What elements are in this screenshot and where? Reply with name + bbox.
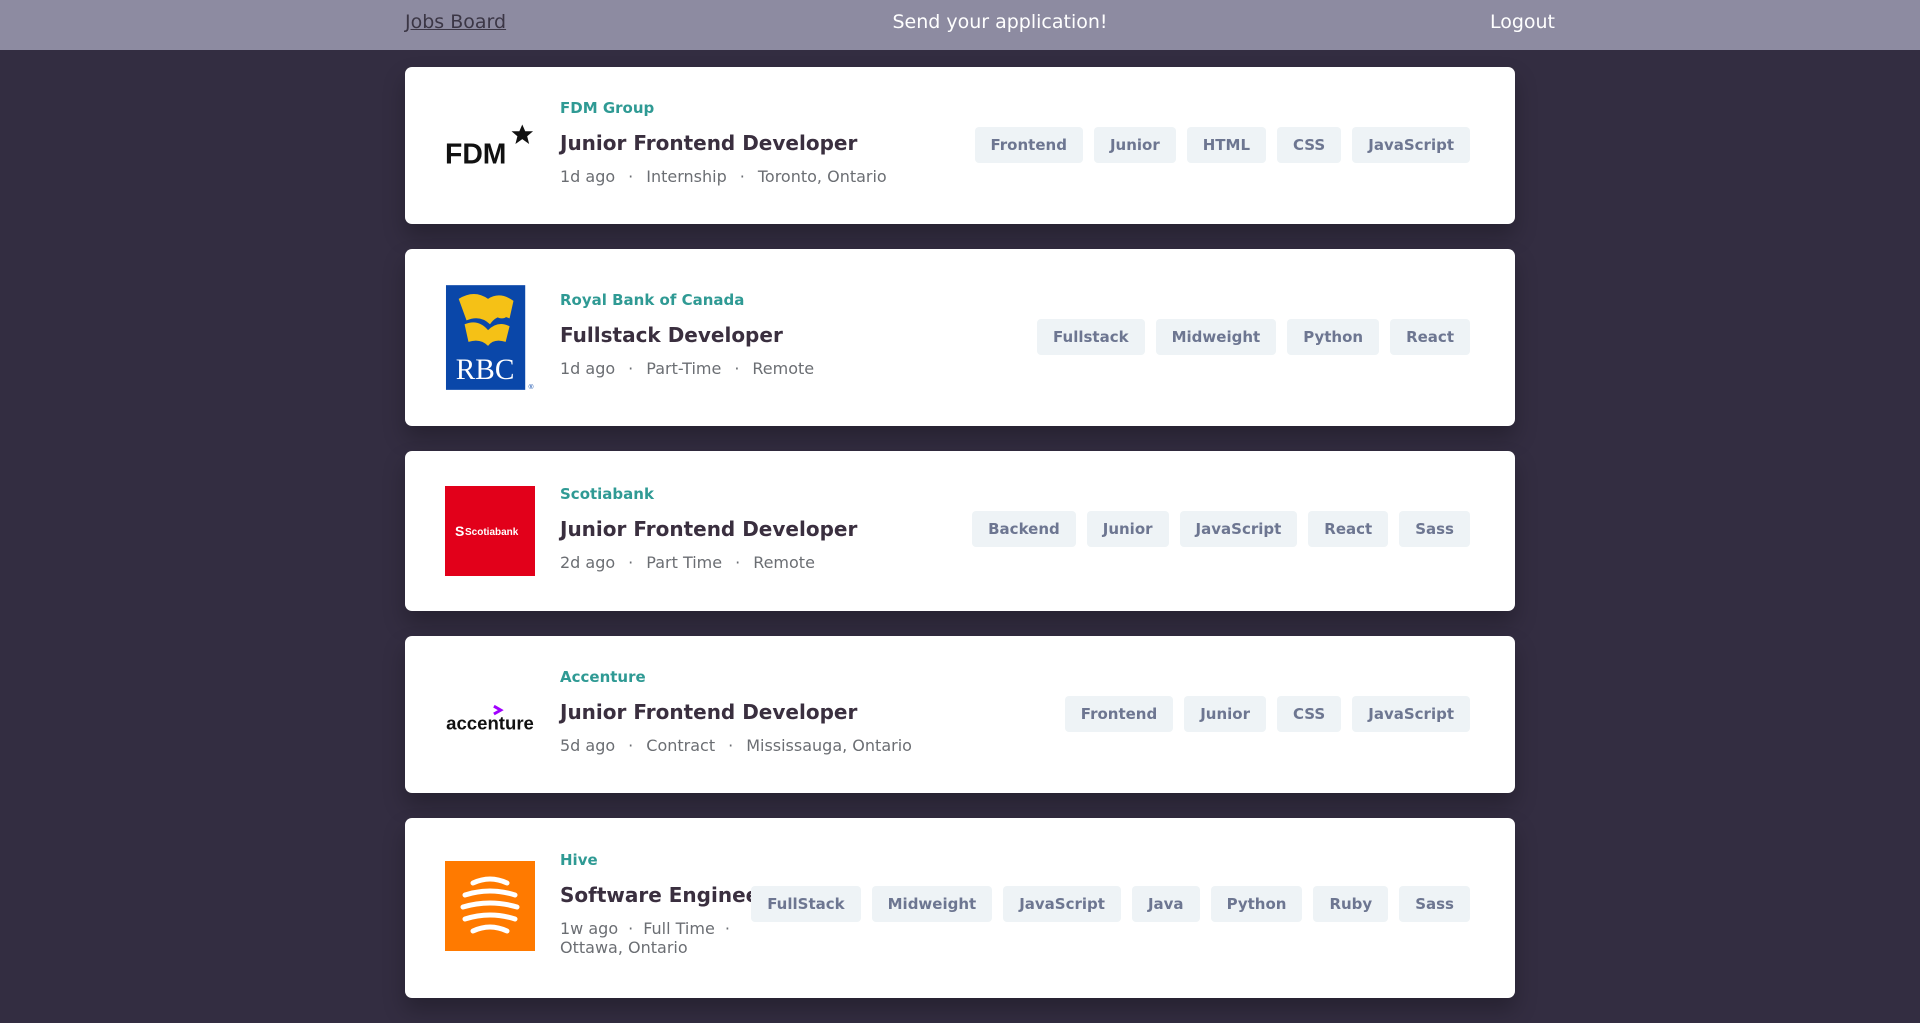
job-card[interactable]: FDM FDM Group Junior Frontend Developer … [405, 67, 1515, 224]
job-position-title[interactable]: Junior Frontend Developer [560, 131, 980, 155]
tag-filter-button[interactable]: Java [1131, 886, 1200, 922]
scotiabank-logo-text: Scotiabank [465, 527, 519, 538]
job-location: Remote [752, 359, 815, 378]
contract-type: Internship [646, 167, 727, 186]
separator-dot: · [628, 553, 634, 572]
job-position-title[interactable]: Fullstack Developer [560, 323, 980, 347]
job-card[interactable]: Hive Software Engineer 1w ago · Full Tim… [405, 818, 1515, 998]
tag-filter-button[interactable]: JavaScript [1003, 886, 1121, 922]
tag-filter-button[interactable]: Frontend [974, 127, 1083, 163]
job-meta: 1d ago · Part-Time · Remote [560, 359, 980, 378]
tag-filter-button[interactable]: JavaScript [1179, 511, 1298, 547]
contract-type: Part Time [646, 553, 723, 572]
separator-dot: · [734, 359, 740, 378]
tag-filter-button[interactable]: Ruby [1313, 886, 1389, 922]
tag-filter-button[interactable]: CSS [1277, 127, 1342, 163]
job-position-title[interactable]: Junior Frontend Developer [560, 700, 980, 724]
accenture-logo-icon: accenture [446, 704, 534, 734]
tag-filter-button[interactable]: JavaScript [1352, 696, 1470, 732]
job-location: Remote [753, 553, 815, 572]
job-card[interactable]: accenture Accenture Junior Frontend Deve… [405, 636, 1515, 793]
company-name: Hive [560, 851, 598, 869]
job-location: Mississauga, Ontario [746, 736, 912, 755]
company-name: Scotiabank [560, 485, 654, 503]
tag-filter-button[interactable]: Frontend [1064, 696, 1174, 732]
contract-type: Contract [646, 736, 716, 755]
tag-filter-button[interactable]: React [1390, 319, 1470, 355]
tag-filter-button[interactable]: Backend [972, 511, 1076, 547]
job-meta: 5d ago · Contract · Mississauga, Ontario [560, 736, 980, 755]
tag-filter-button[interactable]: Junior [1184, 696, 1267, 732]
svg-text:®: ® [529, 383, 534, 391]
tag-filter-button[interactable]: Midweight [1155, 319, 1277, 355]
separator-dot: · [628, 736, 634, 755]
tag-filter-button[interactable]: Junior [1093, 127, 1176, 163]
company-name: FDM Group [560, 99, 655, 117]
tag-filter-button[interactable]: CSS [1277, 696, 1342, 732]
tag-filter-button[interactable]: HTML [1186, 127, 1267, 163]
tag-filter-button[interactable]: Python [1210, 886, 1303, 922]
company-logo: accenture [445, 669, 535, 759]
job-position-title[interactable]: Software Engineer [560, 883, 769, 907]
separator-dot: · [628, 167, 634, 186]
job-location: Toronto, Ontario [757, 167, 887, 186]
tag-filter-button[interactable]: React [1308, 511, 1389, 547]
logout-link[interactable]: Logout [1490, 11, 1555, 33]
fdm-logo-text: FDM [445, 139, 506, 170]
job-tags: FullStack Midweight JavaScript Java Pyth… [751, 886, 1470, 922]
tag-filter-button[interactable]: JavaScript [1352, 127, 1470, 163]
tag-filter-button[interactable]: Sass [1399, 511, 1470, 547]
job-tags: Frontend Junior HTML CSS JavaScript [974, 127, 1470, 163]
tag-filter-button[interactable]: Fullstack [1037, 319, 1145, 355]
scotiabank-logo-icon: S Scotiabank [445, 486, 535, 576]
posted-at: 1d ago [560, 359, 616, 378]
svg-text:S: S [455, 523, 464, 539]
accenture-logo-text: accenture [446, 713, 534, 734]
separator-dot: · [735, 553, 741, 572]
job-meta: 1d ago · Internship · Toronto, Ontario [560, 167, 980, 186]
job-tags: Backend Junior JavaScript React Sass [972, 511, 1470, 547]
job-listings: FDM FDM Group Junior Frontend Developer … [405, 67, 1515, 1023]
rbc-logo-text: RBC [456, 354, 515, 386]
job-tags: Fullstack Midweight Python React [1037, 319, 1470, 355]
posted-at: 2d ago [560, 553, 616, 572]
job-card[interactable]: RBC ® Royal Bank of Canada Fullstack Dev… [405, 249, 1515, 426]
job-meta: 1w ago · Full Time · Ottawa, Ontario [560, 919, 760, 957]
company-logo [445, 861, 535, 951]
rbc-logo-icon: RBC ® [445, 285, 534, 391]
posted-at: 1d ago [560, 167, 616, 186]
job-location: Ottawa, Ontario [560, 938, 688, 957]
separator-dot: · [628, 919, 634, 938]
job-position-title[interactable]: Junior Frontend Developer [560, 517, 980, 541]
company-logo: RBC ® [445, 284, 535, 392]
company-logo: S Scotiabank [445, 486, 535, 576]
company-name: Royal Bank of Canada [560, 291, 745, 309]
top-navigation-bar: Jobs Board Send your application! Logout [0, 0, 1920, 50]
tag-filter-button[interactable]: Sass [1399, 886, 1470, 922]
hive-logo-icon [445, 861, 535, 951]
fdm-logo-icon: FDM [445, 124, 534, 170]
tag-filter-button[interactable]: FullStack [751, 886, 861, 922]
job-tags: Frontend Junior CSS JavaScript [1064, 696, 1470, 732]
job-meta: 2d ago · Part Time · Remote [560, 553, 980, 572]
page-tagline: Send your application! [892, 11, 1108, 33]
separator-dot: · [628, 359, 634, 378]
company-logo: FDM [445, 100, 535, 190]
contract-type: Part-Time [646, 359, 722, 378]
contract-type: Full Time [643, 919, 715, 938]
tag-filter-button[interactable]: Midweight [871, 886, 993, 922]
tag-filter-button[interactable]: Junior [1086, 511, 1169, 547]
posted-at: 5d ago [560, 736, 616, 755]
separator-dot: · [724, 919, 730, 938]
separator-dot: · [728, 736, 734, 755]
posted-at: 1w ago [560, 919, 619, 938]
tag-filter-button[interactable]: Python [1287, 319, 1380, 355]
separator-dot: · [739, 167, 745, 186]
job-card[interactable]: S Scotiabank Scotiabank Junior Frontend … [405, 451, 1515, 611]
company-name: Accenture [560, 668, 646, 686]
